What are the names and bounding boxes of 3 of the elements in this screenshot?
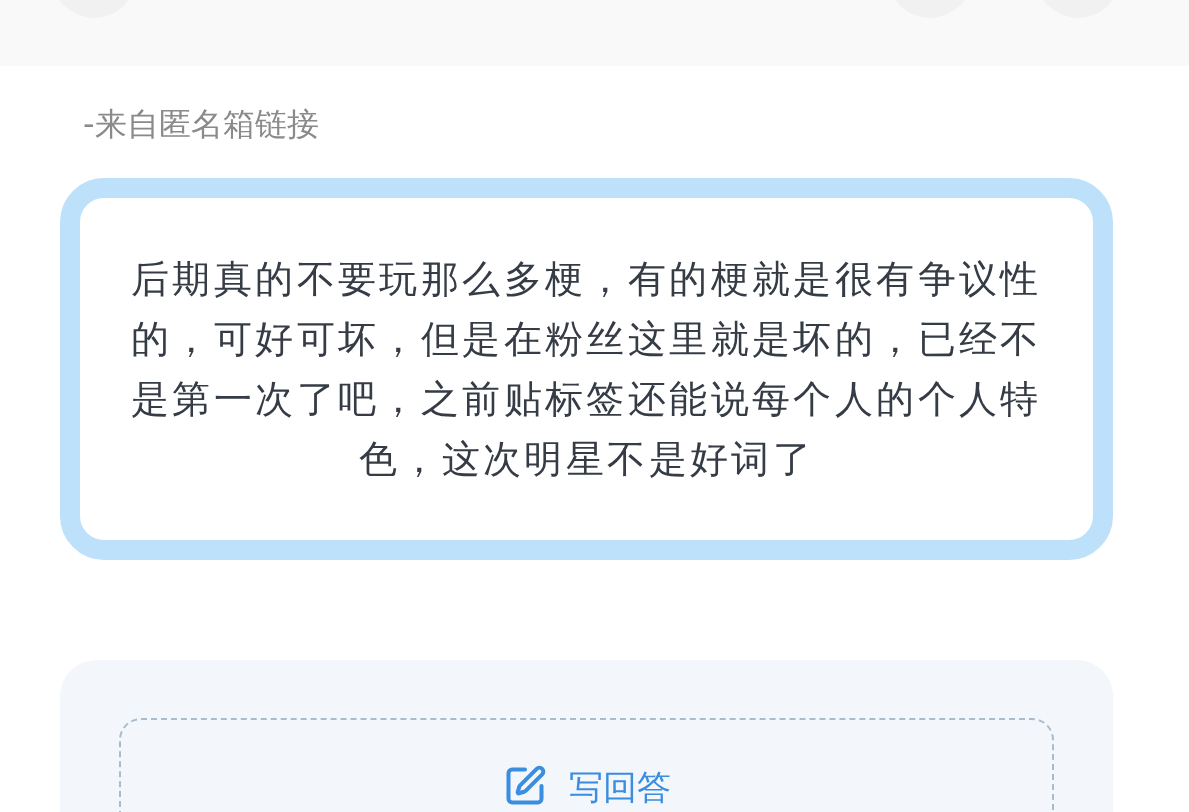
write-answer-button[interactable]: 写回答 — [119, 718, 1054, 812]
source-label: -来自匿名箱链接 — [83, 105, 319, 143]
question-text: 后期真的不要玩那么多梗，有的梗就是很有争议性的，可好可坏，但是在粉丝这里就是坏的，已经不是第一次了吧，之前贴标签还能说每个人的个人特色，这次明星不是好词了 — [130, 256, 1043, 483]
